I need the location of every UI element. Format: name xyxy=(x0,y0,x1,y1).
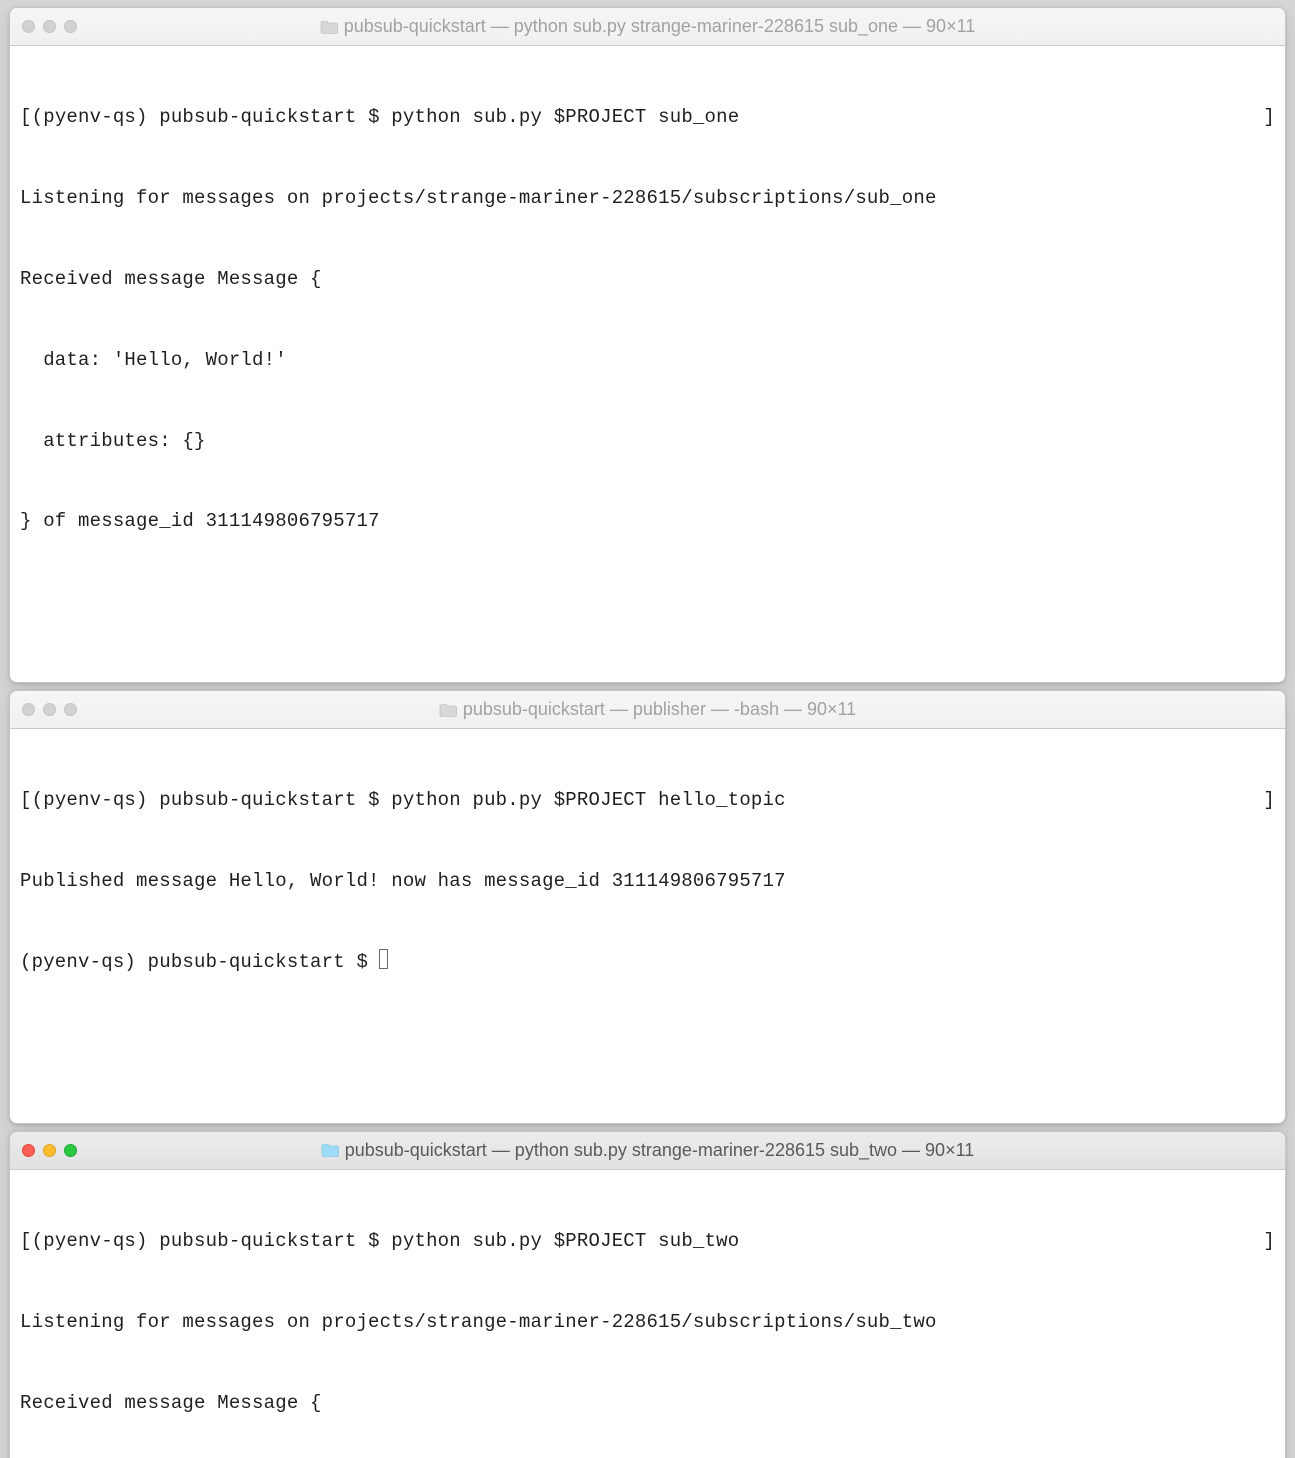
right-bracket: ] xyxy=(1263,787,1275,814)
titlebar[interactable]: pubsub-quickstart — publisher — -bash — … xyxy=(10,691,1285,729)
close-button[interactable] xyxy=(22,703,35,716)
terminal-output[interactable]: [(pyenv-qs) pubsub-quickstart $ python p… xyxy=(10,729,1285,1123)
trailing-prompt: (pyenv-qs) pubsub-quickstart $ xyxy=(20,951,380,973)
prompt-row: [(pyenv-qs) pubsub-quickstart $ python s… xyxy=(20,1228,1275,1255)
window-title: pubsub-quickstart — publisher — -bash — … xyxy=(463,699,856,720)
right-bracket: ] xyxy=(1263,1228,1275,1255)
cursor-icon xyxy=(379,949,388,969)
output-line: Listening for messages on projects/stran… xyxy=(20,1309,1275,1336)
title-wrap: pubsub-quickstart — python sub.py strang… xyxy=(10,1140,1285,1161)
terminal-window-sub-two[interactable]: pubsub-quickstart — python sub.py strang… xyxy=(9,1131,1286,1458)
folder-icon xyxy=(320,20,338,34)
title-wrap: pubsub-quickstart — publisher — -bash — … xyxy=(10,699,1285,720)
right-bracket: ] xyxy=(1263,104,1275,131)
window-title: pubsub-quickstart — python sub.py strang… xyxy=(344,16,976,37)
terminal-output[interactable]: [(pyenv-qs) pubsub-quickstart $ python s… xyxy=(10,1170,1285,1458)
maximize-button[interactable] xyxy=(64,1144,77,1157)
traffic-lights xyxy=(22,703,77,716)
maximize-button[interactable] xyxy=(64,703,77,716)
left-bracket: [ xyxy=(20,106,32,128)
terminal-window-sub-one[interactable]: pubsub-quickstart — python sub.py strang… xyxy=(9,7,1286,683)
prompt-row: [(pyenv-qs) pubsub-quickstart $ python s… xyxy=(20,104,1275,131)
close-button[interactable] xyxy=(22,20,35,33)
prompt-line: (pyenv-qs) pubsub-quickstart $ python pu… xyxy=(32,789,786,811)
folder-icon xyxy=(321,1143,339,1157)
left-bracket: [ xyxy=(20,789,32,811)
minimize-button[interactable] xyxy=(43,1144,56,1157)
left-bracket: [ xyxy=(20,1230,32,1252)
terminal-window-publisher[interactable]: pubsub-quickstart — publisher — -bash — … xyxy=(9,690,1286,1124)
prompt-line-with-cursor: (pyenv-qs) pubsub-quickstart $ xyxy=(20,949,1275,976)
folder-icon xyxy=(439,703,457,717)
output-line: data: 'Hello, World!' xyxy=(20,347,1275,374)
traffic-lights xyxy=(22,1144,77,1157)
prompt-line: (pyenv-qs) pubsub-quickstart $ python su… xyxy=(32,106,740,128)
prompt-row: [(pyenv-qs) pubsub-quickstart $ python p… xyxy=(20,787,1275,814)
blank-line xyxy=(20,1030,1275,1057)
output-line: } of message_id 311149806795717 xyxy=(20,508,1275,535)
output-line: Listening for messages on projects/stran… xyxy=(20,185,1275,212)
minimize-button[interactable] xyxy=(43,703,56,716)
terminal-output[interactable]: [(pyenv-qs) pubsub-quickstart $ python s… xyxy=(10,46,1285,682)
title-wrap: pubsub-quickstart — python sub.py strang… xyxy=(10,16,1285,37)
close-button[interactable] xyxy=(22,1144,35,1157)
output-line: Received message Message { xyxy=(20,1390,1275,1417)
prompt-line: (pyenv-qs) pubsub-quickstart $ python su… xyxy=(32,1230,740,1252)
window-title: pubsub-quickstart — python sub.py strang… xyxy=(345,1140,975,1161)
maximize-button[interactable] xyxy=(64,20,77,33)
minimize-button[interactable] xyxy=(43,20,56,33)
output-line: attributes: {} xyxy=(20,428,1275,455)
blank-line xyxy=(20,589,1275,616)
output-line: Received message Message { xyxy=(20,266,1275,293)
titlebar[interactable]: pubsub-quickstart — python sub.py strang… xyxy=(10,1132,1285,1170)
traffic-lights xyxy=(22,20,77,33)
output-line: Published message Hello, World! now has … xyxy=(20,868,1275,895)
titlebar[interactable]: pubsub-quickstart — python sub.py strang… xyxy=(10,8,1285,46)
